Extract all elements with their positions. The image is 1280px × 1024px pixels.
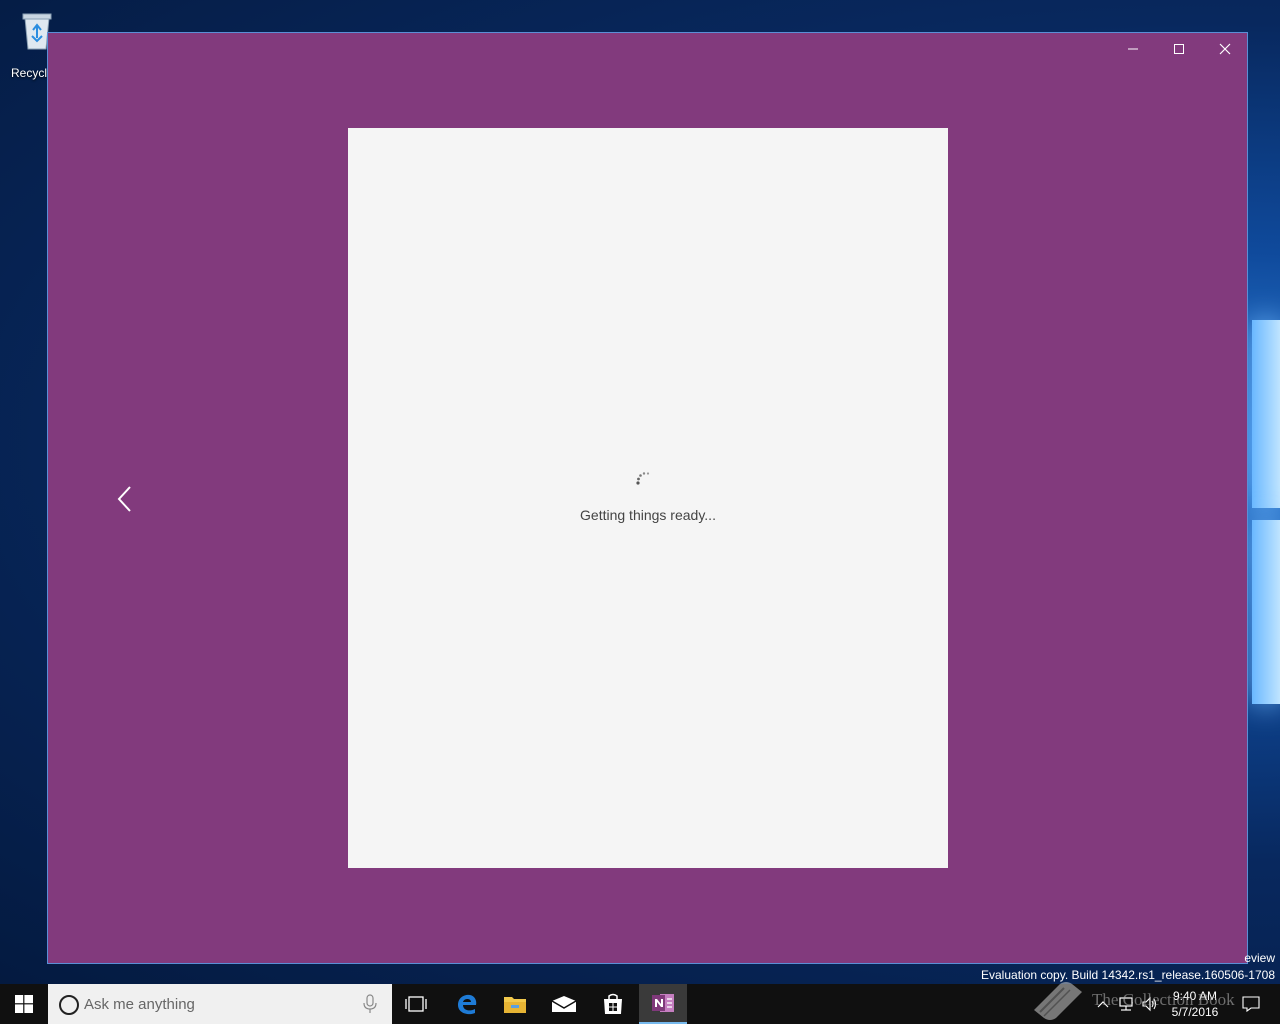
minimize-icon [1128,48,1138,50]
loading-spinner-icon [636,472,650,485]
network-icon [1119,997,1133,1011]
eval-watermark-line1: eview [1244,951,1275,965]
taskbar: 9:40 AM 5/7/2016 [0,984,1280,1024]
show-hidden-icons-button[interactable] [1094,984,1112,1024]
clock-date: 5/7/2016 [1171,1005,1219,1019]
network-button[interactable] [1116,984,1136,1024]
clock-time: 9:40 AM [1172,989,1218,1003]
loading-text: Getting things ready... [580,507,716,523]
back-button[interactable] [110,481,140,517]
close-icon [1219,43,1231,55]
mail-button[interactable] [540,984,588,1024]
search-box[interactable] [48,984,392,1024]
notification-icon [1242,996,1260,1012]
task-view-button[interactable] [392,984,440,1024]
cortana-icon [59,995,79,1015]
start-button[interactable] [0,984,48,1024]
file-explorer-icon [504,997,526,1013]
eval-watermark-line2: Evaluation copy. Build 14342.rs1_release… [981,968,1275,982]
onenote-button[interactable] [639,984,687,1024]
minimize-button[interactable] [1110,33,1156,65]
search-input[interactable] [84,992,354,1016]
store-button[interactable] [589,984,637,1024]
wallpaper-logo-pane [1252,520,1280,704]
mail-icon [551,996,577,1012]
app-window: Getting things ready... [47,32,1248,964]
speaker-icon [1142,996,1157,1012]
microphone-icon[interactable] [362,994,378,1014]
wallpaper-logo-pane [1252,320,1280,508]
task-view-icon [405,996,427,1012]
notebook-page: Getting things ready... [348,128,948,868]
close-button[interactable] [1202,33,1248,65]
onenote-icon [652,994,674,1012]
edge-button[interactable] [443,984,491,1024]
file-explorer-button[interactable] [491,984,539,1024]
maximize-icon [1174,44,1184,54]
chevron-up-icon [1097,1001,1109,1008]
action-center-button[interactable] [1238,984,1264,1024]
windows-logo-icon [15,995,33,1013]
store-icon [604,993,622,1014]
maximize-button[interactable] [1156,33,1202,65]
edge-icon [458,994,477,1015]
volume-button[interactable] [1140,984,1160,1024]
chevron-left-icon [117,486,131,512]
clock[interactable]: 9:40 AM 5/7/2016 [1160,988,1230,1020]
